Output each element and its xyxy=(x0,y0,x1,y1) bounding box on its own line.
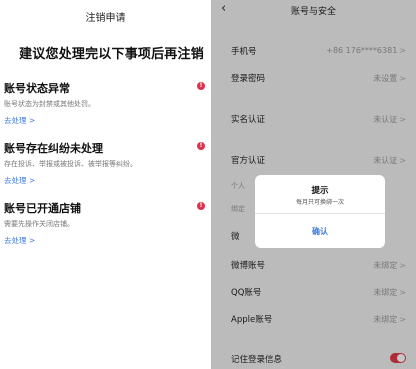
issue-dispute: 账号存在纠纷未处理 存在投诉、举报或被投诉、被举报等纠纷。 去处理 > ! xyxy=(4,140,209,186)
handle-link[interactable]: 去处理 > xyxy=(4,235,209,246)
confirm-button[interactable]: 确认 xyxy=(255,226,385,237)
issue-heading: 账号状态异常 xyxy=(4,82,70,95)
issue-desc: 需要先操作关闭店铺。 xyxy=(4,220,74,228)
page-title: 注销申请 xyxy=(85,13,126,24)
dialog-message: 每月只可换绑一次 xyxy=(295,199,344,206)
alert-badge-icon: ! xyxy=(197,82,205,90)
issue-heading: 账号已开通店铺 xyxy=(4,202,81,215)
rebind-limit-dialog: 提示 每月只可换绑一次 确认 xyxy=(255,175,385,248)
issue-desc: 存在投诉、举报或被投诉、被举报等纠纷。 xyxy=(4,160,137,168)
dialog-title: 提示 xyxy=(311,186,329,196)
deactivation-headline: 建议您处理完以下事项后再注销 xyxy=(19,47,204,62)
issue-heading: 账号存在纠纷未处理 xyxy=(4,142,103,155)
dialog-divider xyxy=(255,213,385,214)
handle-link[interactable]: 去处理 > xyxy=(4,115,209,126)
deactivation-panel: 注销申请 建议您处理完以下事项后再注销 账号状态异常 账号状态为封禁或其他处罚。… xyxy=(0,0,211,369)
alert-badge-icon: ! xyxy=(197,142,205,150)
alert-badge-icon: ! xyxy=(197,202,205,210)
issue-desc: 账号状态为封禁或其他处罚。 xyxy=(4,100,95,108)
issue-account-status: 账号状态异常 账号状态为封禁或其他处罚。 去处理 > ! xyxy=(4,80,209,126)
issue-store-open: 账号已开通店铺 需要先操作关闭店铺。 去处理 > ! xyxy=(4,200,209,246)
handle-link[interactable]: 去处理 > xyxy=(4,175,209,186)
